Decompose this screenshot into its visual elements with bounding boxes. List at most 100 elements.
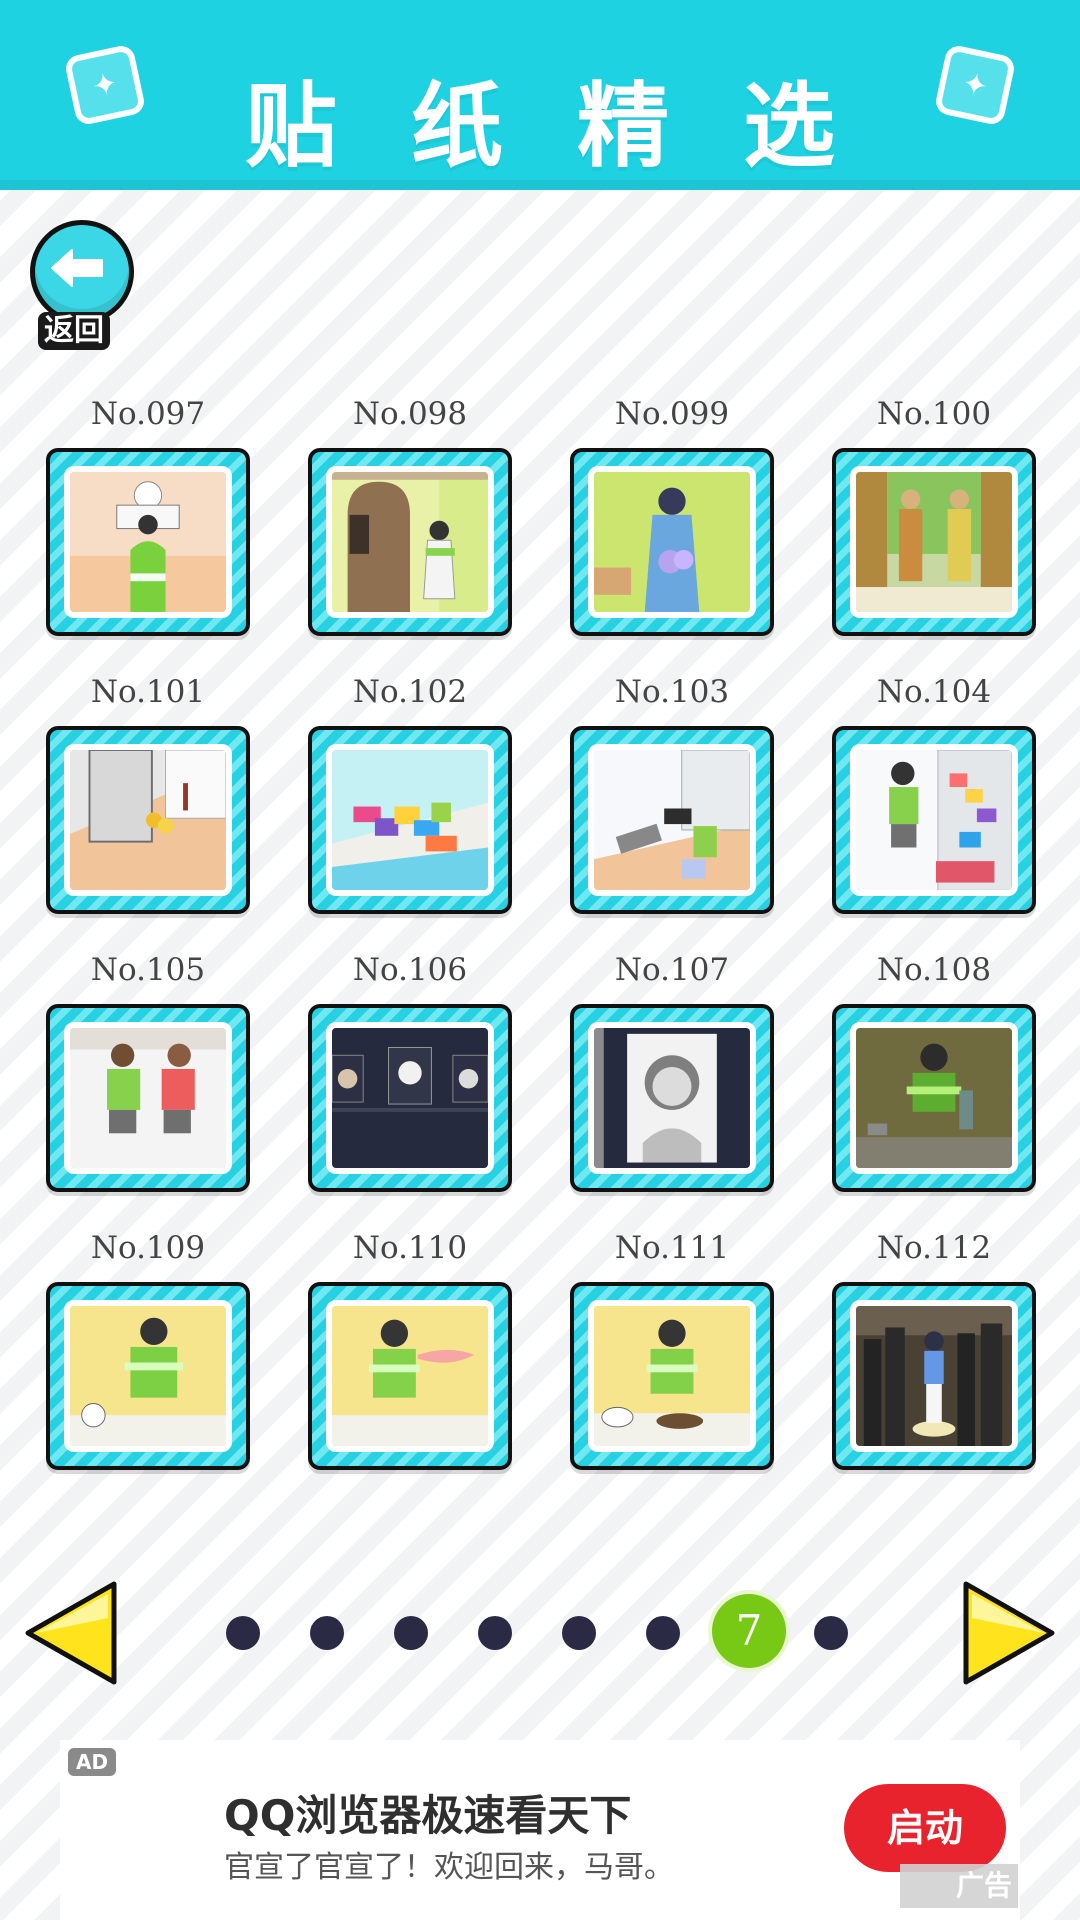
back-button-label: 返回	[38, 312, 110, 350]
sticker-item[interactable]: No.100	[832, 392, 1036, 636]
boy-eating-image	[594, 1306, 750, 1446]
sticker-label: No.112	[876, 1230, 992, 1266]
sticker-card[interactable]	[46, 448, 250, 636]
page-indicator: 7	[226, 1592, 866, 1672]
ad-launch-button[interactable]: 启动	[844, 1784, 1006, 1872]
ad-title[interactable]: QQ浏览器极速看天下	[224, 1782, 631, 1843]
sticker-item[interactable]: No.108	[832, 948, 1036, 1192]
sticker-label: No.097	[90, 396, 206, 432]
sticker-thumbnail	[326, 744, 494, 896]
boy-with-gifts-image	[856, 750, 1012, 890]
sticker-thumbnail	[64, 466, 232, 618]
sticker-card[interactable]	[570, 448, 774, 636]
page-dot[interactable]	[478, 1616, 512, 1650]
sticker-thumbnail	[588, 1300, 756, 1452]
sticker-item[interactable]: No.102	[308, 670, 512, 914]
sticker-thumbnail	[64, 1300, 232, 1452]
sticker-card[interactable]	[832, 448, 1036, 636]
next-page-arrow-icon[interactable]	[958, 1578, 1058, 1688]
sticker-item[interactable]: No.103	[570, 670, 774, 914]
boy-drinking-image	[332, 1306, 488, 1446]
sticker-label: No.110	[352, 1230, 468, 1266]
sticker-item[interactable]: No.107	[570, 948, 774, 1192]
sticker-item[interactable]: No.112	[832, 1226, 1036, 1470]
sticker-item[interactable]: No.099	[570, 392, 774, 636]
sticker-thumbnail	[850, 466, 1018, 618]
sticker-label: No.106	[352, 952, 468, 988]
sticker-item[interactable]: No.104	[832, 670, 1036, 914]
boy-seated-dark-image	[856, 1028, 1012, 1168]
sticker-card[interactable]	[570, 1282, 774, 1470]
ad-source-label: 广告	[900, 1864, 1018, 1908]
sticker-item[interactable]: No.111	[570, 1226, 774, 1470]
page-dot[interactable]	[562, 1616, 596, 1650]
page-header: ✦ 贴纸精选 ✦	[0, 0, 1080, 190]
two-boys-walking-image	[70, 1028, 226, 1168]
page-dot[interactable]	[310, 1616, 344, 1650]
sticker-card[interactable]	[46, 726, 250, 914]
pagination: 7	[0, 1578, 1080, 1688]
sticker-item[interactable]: No.098	[308, 392, 512, 636]
sticker-thumbnail	[326, 466, 494, 618]
sticker-thumbnail	[850, 1022, 1018, 1174]
cabinet-floor-image	[70, 750, 226, 890]
sticker-card[interactable]	[308, 1004, 512, 1192]
sticker-label: No.107	[614, 952, 730, 988]
sticker-card[interactable]	[46, 1004, 250, 1192]
girl-with-flowers-image	[594, 472, 750, 612]
page-dot[interactable]	[394, 1616, 428, 1650]
boy-portrait-image	[594, 1028, 750, 1168]
sticker-label: No.100	[876, 396, 992, 432]
boy-back-yellow-image	[70, 1306, 226, 1446]
two-monks-image	[856, 472, 1012, 612]
sticker-thumbnail	[64, 744, 232, 896]
previous-page-arrow-icon[interactable]	[22, 1578, 122, 1688]
active-page-dot[interactable]: 7	[712, 1594, 786, 1668]
sticker-card[interactable]	[308, 448, 512, 636]
doorway-boy-image	[332, 472, 488, 612]
sticker-card[interactable]	[308, 1282, 512, 1470]
sticker-item[interactable]: No.106	[308, 948, 512, 1192]
sticker-card[interactable]	[308, 726, 512, 914]
sticker-item[interactable]: No.101	[46, 670, 250, 914]
sticker-label: No.109	[90, 1230, 206, 1266]
page-dot[interactable]	[226, 1616, 260, 1650]
sticker-item[interactable]: No.097	[46, 392, 250, 636]
old-man-holding-paper-image	[70, 472, 226, 612]
sticker-grid: No.097 No.098 No.099 No.100 No.101 No.10…	[46, 392, 1036, 1470]
ad-banner[interactable]: AD QQ浏览器极速看天下 官宣了官宣了！欢迎回来，马哥。 启动 广告	[60, 1740, 1020, 1920]
sticker-label: No.102	[352, 674, 468, 710]
page-dot[interactable]	[646, 1616, 680, 1650]
back-arrow-icon	[51, 249, 103, 287]
sticker-thumbnail	[850, 744, 1018, 896]
sticker-label: No.098	[352, 396, 468, 432]
sticker-item[interactable]: No.109	[46, 1226, 250, 1470]
sticker-thumbnail	[588, 744, 756, 896]
sticker-label: No.101	[90, 674, 206, 710]
girl-in-crowd-image	[856, 1306, 1012, 1446]
pile-of-gifts-image	[332, 750, 488, 890]
sticker-label: No.104	[876, 674, 992, 710]
sticker-item[interactable]: No.105	[46, 948, 250, 1192]
sticker-card[interactable]	[570, 1004, 774, 1192]
sticker-thumbnail	[326, 1022, 494, 1174]
page-title: 贴纸精选	[244, 73, 909, 180]
lockers-falling-image	[594, 750, 750, 890]
sticker-thumbnail	[850, 1300, 1018, 1452]
sticker-label: No.103	[614, 674, 730, 710]
ad-tag: AD	[68, 1748, 117, 1776]
ad-subtitle[interactable]: 官宣了官宣了！欢迎回来，马哥。	[224, 1842, 674, 1886]
sticker-item[interactable]: No.110	[308, 1226, 512, 1470]
sticker-thumbnail	[326, 1300, 494, 1452]
sticker-label: No.099	[614, 396, 730, 432]
dark-portraits-image	[332, 1028, 488, 1168]
sticker-card[interactable]	[570, 726, 774, 914]
sticker-card[interactable]	[832, 1004, 1036, 1192]
back-button[interactable]: 返回	[26, 220, 136, 350]
sticker-card[interactable]	[832, 726, 1036, 914]
sticker-card[interactable]	[46, 1282, 250, 1470]
sticker-label: No.108	[876, 952, 992, 988]
sticker-card[interactable]	[832, 1282, 1036, 1470]
page-dot[interactable]	[814, 1616, 848, 1650]
sticker-label: No.111	[614, 1230, 730, 1266]
